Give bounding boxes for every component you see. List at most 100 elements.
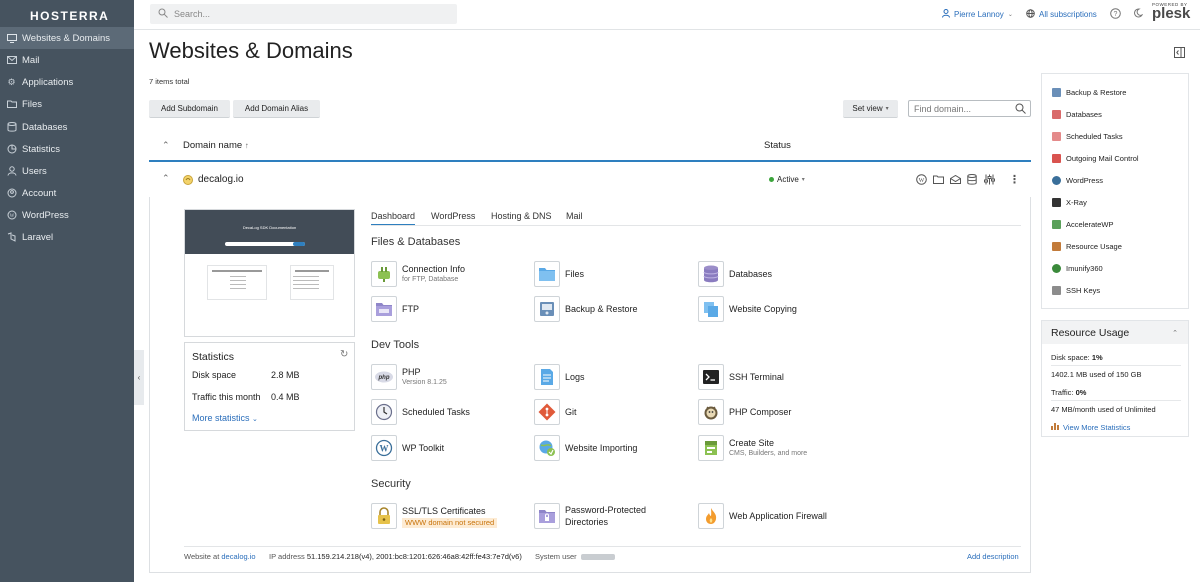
sidebar-collapse-handle[interactable]: ‹ xyxy=(134,350,144,405)
add-description-link[interactable]: Add description xyxy=(967,552,1019,561)
quick-link-outgoing-mail-control[interactable]: Outgoing Mail Control xyxy=(1052,154,1139,163)
more-actions-icon[interactable]: ⋮ xyxy=(1009,173,1020,186)
backup-icon xyxy=(534,296,560,322)
tool-ssh-terminal[interactable]: SSH Terminal xyxy=(698,364,784,390)
quick-link-backup-restore[interactable]: Backup & Restore xyxy=(1052,88,1126,97)
sidebar-item-account[interactable]: Account xyxy=(0,182,134,204)
panel-toggle-icon[interactable] xyxy=(1174,47,1185,60)
tab-dashboard[interactable]: Dashboard xyxy=(371,211,416,226)
sidebar-item-files[interactable]: Files xyxy=(0,93,134,115)
traffic-usage-line: Traffic: 0% xyxy=(1051,388,1087,397)
sidebar-item-websites-domains[interactable]: Websites & Domains xyxy=(0,27,134,49)
set-view-button[interactable]: Set view ▾ xyxy=(843,100,898,118)
user-menu[interactable]: Pierre Lannoy ⌄ xyxy=(942,9,1013,20)
resource-separator xyxy=(1051,400,1181,401)
folder-icon xyxy=(6,99,17,110)
sidebar-item-applications[interactable]: ⚙ Applications xyxy=(0,71,134,93)
folder-icon[interactable] xyxy=(933,175,944,186)
sidebar-item-laravel[interactable]: Laravel xyxy=(0,226,134,248)
domain-table-header: ⌃ Domain name ↑ Status xyxy=(149,134,1031,162)
sidebar-item-users[interactable]: Users xyxy=(0,160,134,182)
add-domain-alias-button[interactable]: Add Domain Alias xyxy=(233,100,320,118)
add-subdomain-button[interactable]: Add Subdomain xyxy=(149,100,230,118)
quick-link-acceleratewp[interactable]: AccelerateWP xyxy=(1052,220,1114,229)
refresh-icon[interactable]: ↻ xyxy=(340,349,348,360)
status-badge[interactable]: Active ▾ xyxy=(769,175,805,184)
monitor-icon xyxy=(6,33,17,44)
tab-mail[interactable]: Mail xyxy=(566,211,583,221)
tool-ssl-certificates[interactable]: SSL/TLS Certificates WWW domain not secur… xyxy=(371,503,498,529)
mail-icon[interactable] xyxy=(950,174,961,186)
section-dev-tools: Dev Tools xyxy=(371,339,420,351)
tab-wordpress[interactable]: WordPress xyxy=(431,211,475,221)
moon-icon[interactable] xyxy=(1133,8,1144,20)
settings-sliders-icon[interactable] xyxy=(984,174,995,187)
tab-hosting-dns[interactable]: Hosting & DNS xyxy=(491,211,552,221)
flame-icon xyxy=(698,503,724,529)
quick-links-panel: Backup & Restore Databases Scheduled Tas… xyxy=(1041,73,1189,309)
collapse-all-icon[interactable]: ⌃ xyxy=(162,140,170,151)
view-more-statistics-link[interactable]: View More Statistics xyxy=(1051,422,1130,432)
ssl-warning-badge: WWW domain not secured xyxy=(402,517,498,528)
quick-link-scheduled-tasks[interactable]: Scheduled Tasks xyxy=(1052,132,1123,141)
quick-link-ssh-keys[interactable]: SSH Keys xyxy=(1052,286,1100,295)
tool-website-importing[interactable]: Website Importing xyxy=(534,435,637,461)
tool-web-application-firewall[interactable]: Web Application Firewall xyxy=(698,503,827,529)
sidebar-item-databases[interactable]: Databases xyxy=(0,116,134,138)
brand-logo[interactable]: HOSTERRA xyxy=(30,9,109,23)
help-icon[interactable]: ? xyxy=(1110,8,1121,21)
quick-link-databases[interactable]: Databases xyxy=(1052,110,1102,119)
global-search[interactable] xyxy=(150,4,457,24)
more-statistics-link[interactable]: More statistics ⌄ xyxy=(192,413,258,423)
resource-usage-panel: Resource Usage ⌃ Disk space: 1% 1402.1 M… xyxy=(1041,320,1189,437)
tool-scheduled-tasks[interactable]: Scheduled Tasks xyxy=(371,399,470,425)
tool-website-copying[interactable]: Website Copying xyxy=(698,296,797,322)
find-domain-input[interactable] xyxy=(914,103,1014,114)
sidebar-item-mail[interactable]: Mail xyxy=(0,49,134,71)
tool-databases[interactable]: Databases xyxy=(698,261,772,287)
tool-label: Create Site xyxy=(729,438,775,448)
tool-backup-restore[interactable]: Backup & Restore xyxy=(534,296,638,322)
user-icon xyxy=(6,166,17,177)
column-domain-name[interactable]: Domain name ↑ xyxy=(183,140,249,151)
php-icon: php xyxy=(371,364,397,390)
sidebar-item-statistics[interactable]: Statistics xyxy=(0,138,134,160)
tool-php-composer[interactable]: PHP Composer xyxy=(698,399,791,425)
chevron-down-icon: ▾ xyxy=(885,106,889,112)
website-link[interactable]: decalog.io xyxy=(221,552,255,561)
resource-usage-header[interactable]: Resource Usage ⌃ xyxy=(1042,321,1188,344)
sidebar-item-label: Mail xyxy=(22,54,40,66)
chevron-up-icon: ⌃ xyxy=(1172,329,1178,337)
quick-link-resource-usage[interactable]: Resource Usage xyxy=(1052,242,1122,251)
tool-password-protected-directories[interactable]: Password-Protected Directories xyxy=(534,503,660,529)
ip-value: 51.159.214.218(v4), 2001:bc8:1201:626:46… xyxy=(306,552,522,561)
database-icon xyxy=(698,261,724,287)
tabs-divider xyxy=(371,225,1021,226)
search-icon[interactable] xyxy=(1015,103,1026,116)
plug-icon xyxy=(371,261,397,287)
collapse-row-icon[interactable]: ⌃ xyxy=(162,173,170,184)
sidebar-item-label: Databases xyxy=(22,121,68,133)
wordpress-icon[interactable]: W xyxy=(916,174,927,187)
tool-wp-toolkit[interactable]: W WP Toolkit xyxy=(371,435,444,461)
tool-git[interactable]: Git xyxy=(534,399,577,425)
tool-files[interactable]: Files xyxy=(534,261,584,287)
tool-php[interactable]: php PHP Version 8.1.25 xyxy=(371,364,447,390)
tool-connection-info[interactable]: Connection Info for FTP, Database xyxy=(371,261,465,287)
disk-space-label: Disk space xyxy=(192,370,237,380)
quick-link-wordpress[interactable]: WordPress xyxy=(1052,176,1103,185)
domain-name[interactable]: decalog.io xyxy=(198,174,244,185)
column-status[interactable]: Status xyxy=(764,140,791,151)
tool-label: Git xyxy=(565,407,577,417)
tool-ftp[interactable]: FTP xyxy=(371,296,419,322)
search-input[interactable] xyxy=(174,9,444,19)
find-domain-field[interactable] xyxy=(908,100,1031,117)
subscriptions-menu[interactable]: All subscriptions xyxy=(1026,9,1097,20)
site-preview[interactable]: DecaLog SDK Documentation xyxy=(184,209,355,337)
quick-link-imunify360[interactable]: Imunify360 xyxy=(1052,264,1103,273)
database-icon[interactable] xyxy=(967,174,977,187)
quick-link-x-ray[interactable]: X-Ray xyxy=(1052,198,1087,207)
tool-create-site[interactable]: Create Site CMS, Builders, and more xyxy=(698,435,807,461)
tool-logs[interactable]: Logs xyxy=(534,364,585,390)
sidebar-item-wordpress[interactable]: W WordPress xyxy=(0,204,134,226)
